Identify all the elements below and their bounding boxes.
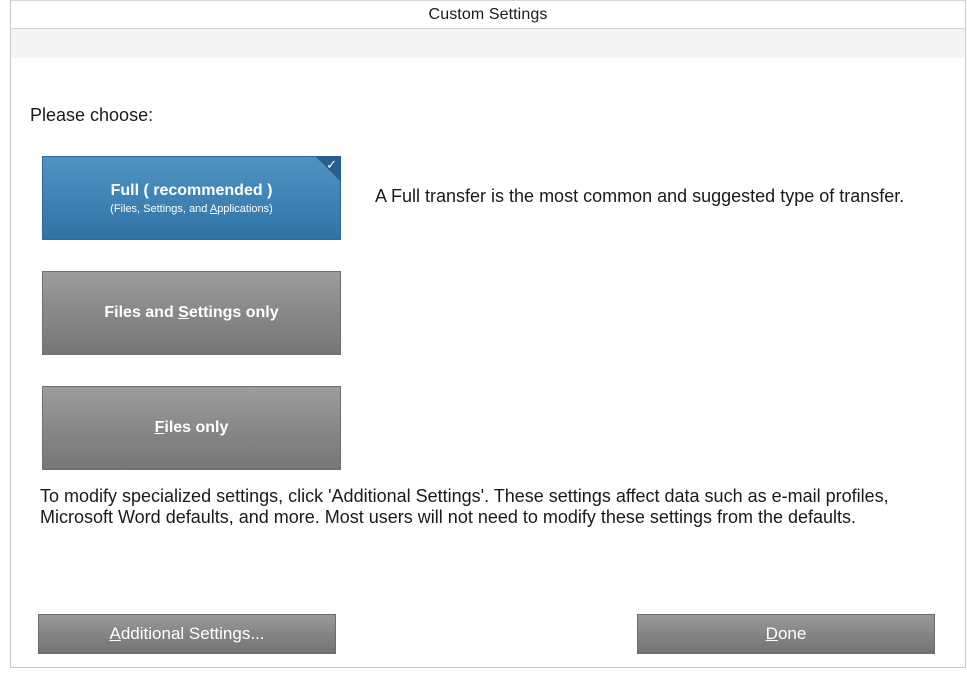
option-files-settings-label: Files and Settings only	[104, 303, 278, 323]
option-files-only-button[interactable]: Files only	[42, 386, 341, 470]
checkmark-icon: ✓	[326, 157, 337, 172]
option-full-sub-post: pplications)	[217, 202, 273, 215]
done-label: one	[777, 624, 807, 643]
option-files-only-post: iles only	[164, 419, 229, 436]
done-mnemonic: D	[765, 624, 778, 643]
choose-prompt: Please choose:	[30, 105, 154, 125]
additional-settings-info: To modify specialized settings, click 'A…	[40, 486, 889, 527]
option-full-sublabel: (Files, Settings, and Applications)	[110, 202, 273, 216]
option-files-only-label: Files only	[155, 418, 229, 438]
option-description: A Full transfer is the most common and s…	[375, 186, 905, 206]
option-files-only-mnemonic: F	[154, 419, 165, 436]
option-full-label: Full ( recommended )	[110, 181, 273, 199]
option-files-settings-mnemonic: S	[178, 304, 189, 321]
additional-settings-label: dditional Settings...	[120, 624, 265, 643]
additional-settings-mnemonic: A	[109, 624, 121, 643]
title-bar: Custom Settings	[11, 0, 965, 58]
option-full-button[interactable]: ✓ Full ( recommended ) (Files, Settings,…	[42, 156, 341, 240]
done-button[interactable]: Done	[637, 614, 935, 654]
option-files-settings-post: ettings only	[188, 304, 279, 321]
title-strip: Custom Settings	[11, 0, 965, 29]
option-full-sub-pre: (Files, Settings, and	[110, 202, 210, 215]
option-files-settings-button[interactable]: Files and Settings only	[42, 271, 341, 355]
dialog-title: Custom Settings	[428, 6, 548, 23]
additional-settings-button[interactable]: Additional Settings...	[38, 614, 336, 654]
option-files-settings-pre: Files and	[104, 304, 179, 321]
